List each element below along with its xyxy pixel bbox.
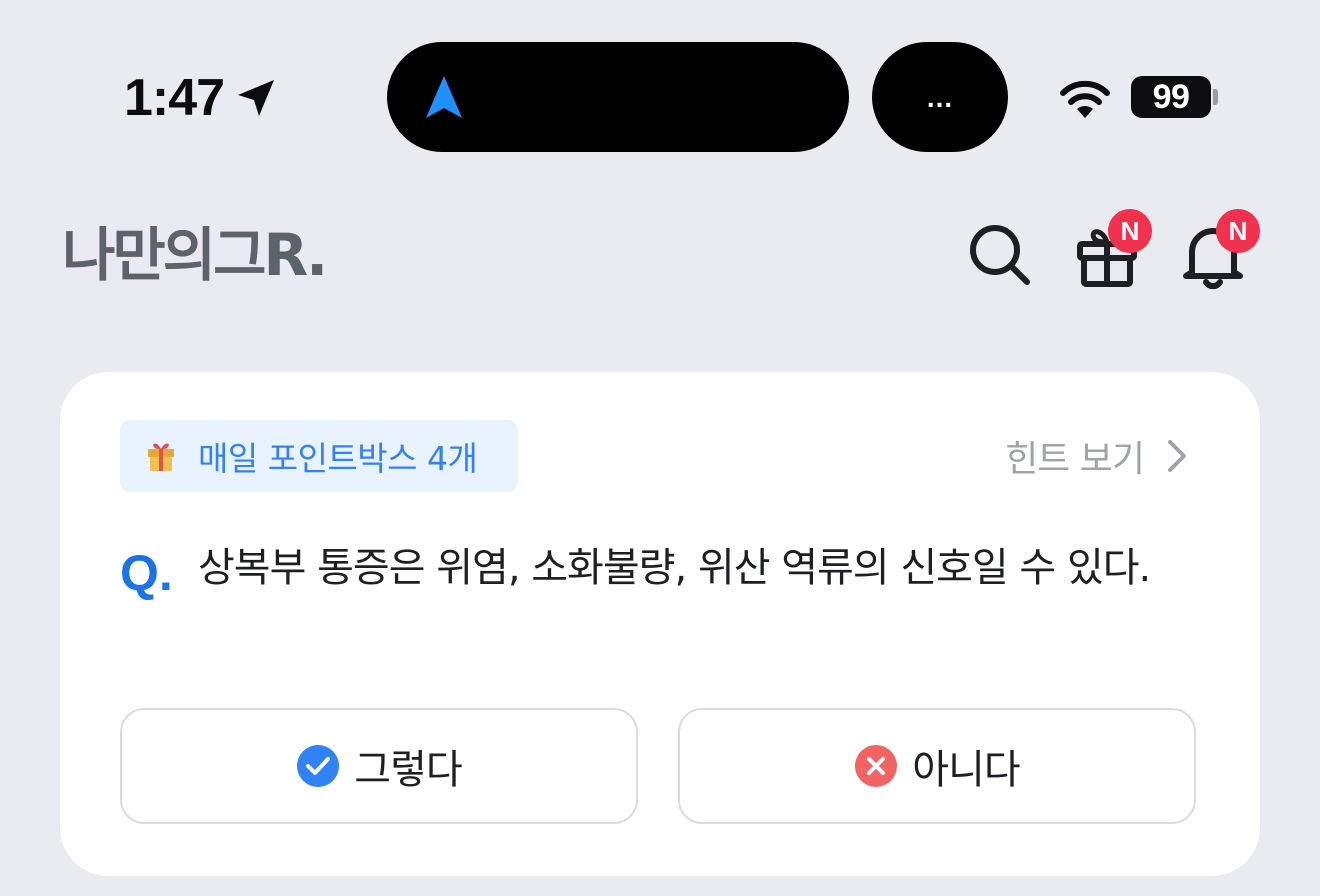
gift-box-icon (148, 443, 174, 471)
app-logo[interactable]: 나만의그R. (62, 220, 328, 290)
more-dots-icon: ... (926, 82, 954, 113)
status-time-group: 1:47 (124, 68, 278, 128)
bell-new-badge: N (1216, 209, 1260, 253)
status-time: 1:47 (124, 69, 225, 127)
dynamic-island-more[interactable]: ... (872, 42, 1008, 152)
question-mark-label: Q. (120, 545, 173, 601)
chevron-right-icon (1168, 440, 1186, 472)
battery-cap (1213, 89, 1218, 105)
answer-no-button[interactable]: 아니다 (678, 708, 1196, 824)
battery-icon: 99 (1131, 76, 1211, 118)
status-bar: 1:47 ... 99 (0, 0, 1320, 180)
dynamic-island-live-activity[interactable] (387, 42, 849, 152)
quiz-question: 상복부 통증은 위염, 소화불량, 위산 역류의 신호일 수 있다. (198, 545, 1151, 591)
answer-yes-label: 그렇다 (354, 747, 462, 793)
quiz-card: 매일 포인트박스 4개 힌트 보기 Q. 상복부 통증은 위염, 소화불량, 위… (60, 372, 1260, 876)
answer-yes-button[interactable]: 그렇다 (120, 708, 638, 824)
answer-no-label: 아니다 (912, 747, 1020, 793)
gift-new-badge: N (1108, 209, 1152, 253)
hint-link[interactable]: 힌트 보기 (1005, 428, 1188, 484)
close-circle-icon (855, 745, 898, 787)
app-header: 나만의그R. N N (0, 190, 1320, 320)
wifi-icon (1060, 80, 1110, 118)
daily-point-label: 매일 포인트박스 4개 (198, 439, 478, 478)
check-circle-icon (297, 745, 340, 787)
search-icon[interactable] (965, 220, 1035, 290)
hint-label: 힌트 보기 (1005, 439, 1145, 480)
daily-point-chip[interactable]: 매일 포인트박스 4개 (120, 420, 518, 492)
location-arrow-icon (238, 80, 275, 116)
battery-level: 99 (1152, 77, 1190, 116)
navigation-arrow-icon (426, 76, 462, 118)
